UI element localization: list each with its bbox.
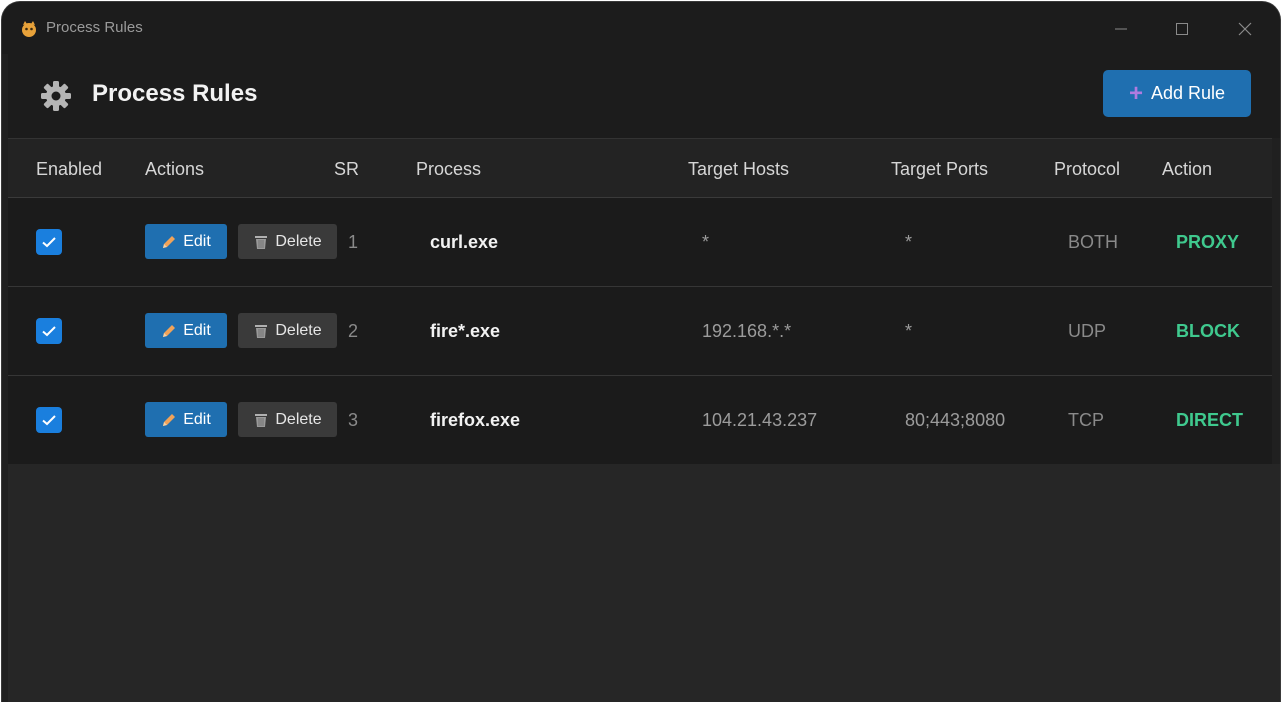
pencil-icon: [163, 324, 176, 337]
action-cell: BLOCK: [1176, 321, 1240, 341]
column-header-process[interactable]: Process: [416, 159, 481, 180]
app-logo-icon: [20, 20, 38, 38]
trash-icon: [255, 235, 268, 249]
enabled-checkbox[interactable]: [36, 318, 62, 344]
delete-button[interactable]: Delete: [238, 313, 337, 348]
target-hosts-cell: 104.21.43.237: [702, 410, 818, 430]
add-rule-button[interactable]: + Add Rule: [1103, 70, 1251, 117]
trash-icon: [255, 413, 268, 427]
process-cell: fire*.exe: [430, 321, 501, 341]
target-hosts-cell: *: [702, 232, 710, 252]
minimize-button[interactable]: [1098, 12, 1144, 46]
sr-cell: 1: [348, 232, 359, 252]
target-ports-cell: *: [905, 321, 913, 341]
edit-button[interactable]: Edit: [145, 224, 227, 259]
app-window: Process Rules Process Rules + Add Rule E…: [2, 2, 1280, 702]
target-hosts-cell: 192.168.*.*: [702, 321, 792, 341]
sr-cell: 3: [348, 410, 359, 430]
delete-label: Delete: [275, 410, 322, 428]
enabled-checkbox[interactable]: [36, 407, 62, 433]
minimize-icon: [1115, 28, 1127, 30]
edit-label: Edit: [183, 410, 211, 428]
edit-label: Edit: [183, 321, 211, 339]
column-header-target-hosts[interactable]: Target Hosts: [688, 159, 789, 180]
maximize-button[interactable]: [1159, 12, 1205, 46]
delete-label: Delete: [275, 232, 322, 250]
protocol-cell: BOTH: [1068, 232, 1119, 252]
title-bar[interactable]: Process Rules: [2, 2, 1280, 54]
trash-icon: [255, 324, 268, 338]
pencil-icon: [163, 235, 176, 248]
protocol-cell: TCP: [1068, 410, 1104, 430]
checkmark-icon: [42, 415, 56, 426]
enabled-checkbox[interactable]: [36, 229, 62, 255]
table-row[interactable]: Edit Delete 3 firefox.exe 104.21.43.237 …: [8, 376, 1272, 465]
gear-icon: [40, 80, 72, 112]
close-icon: [1238, 22, 1252, 36]
maximize-icon: [1176, 23, 1188, 35]
action-cell: PROXY: [1176, 232, 1240, 252]
checkmark-icon: [42, 326, 56, 337]
target-ports-cell: *: [905, 232, 913, 252]
edit-label: Edit: [183, 232, 211, 250]
page-title: Process Rules: [92, 80, 258, 107]
protocol-cell: UDP: [1068, 321, 1107, 341]
edit-button[interactable]: Edit: [145, 402, 227, 437]
process-cell: firefox.exe: [430, 410, 521, 430]
empty-area: [8, 464, 1280, 702]
action-cell: DIRECT: [1176, 410, 1243, 430]
table-row[interactable]: Edit Delete 1 curl.exe * * BOTH PROXY: [8, 198, 1272, 287]
rules-table: Enabled Actions SR Process Target Hosts …: [8, 138, 1272, 465]
table-header: Enabled Actions SR Process Target Hosts …: [8, 138, 1272, 198]
checkmark-icon: [42, 237, 56, 248]
column-header-sr[interactable]: SR: [334, 159, 359, 180]
delete-label: Delete: [275, 321, 322, 339]
close-button[interactable]: [1222, 12, 1268, 46]
process-cell: curl.exe: [430, 232, 499, 252]
sr-cell: 2: [348, 321, 359, 341]
delete-button[interactable]: Delete: [238, 224, 337, 259]
table-row[interactable]: Edit Delete 2 fire*.exe 192.168.*.* * UD…: [8, 287, 1272, 376]
delete-button[interactable]: Delete: [238, 402, 337, 437]
column-header-actions[interactable]: Actions: [145, 159, 204, 180]
column-header-action[interactable]: Action: [1162, 159, 1212, 180]
edit-button[interactable]: Edit: [145, 313, 227, 348]
window-title: Process Rules: [46, 19, 143, 36]
add-rule-label: Add Rule: [1150, 83, 1226, 103]
pencil-icon: [163, 413, 176, 426]
target-ports-cell: 80;443;8080: [905, 410, 1006, 430]
plus-icon: +: [1128, 79, 1143, 107]
column-header-protocol[interactable]: Protocol: [1054, 159, 1120, 180]
page-header: Process Rules + Add Rule: [8, 54, 1280, 138]
column-header-target-ports[interactable]: Target Ports: [891, 159, 988, 180]
column-header-enabled[interactable]: Enabled: [36, 159, 102, 180]
